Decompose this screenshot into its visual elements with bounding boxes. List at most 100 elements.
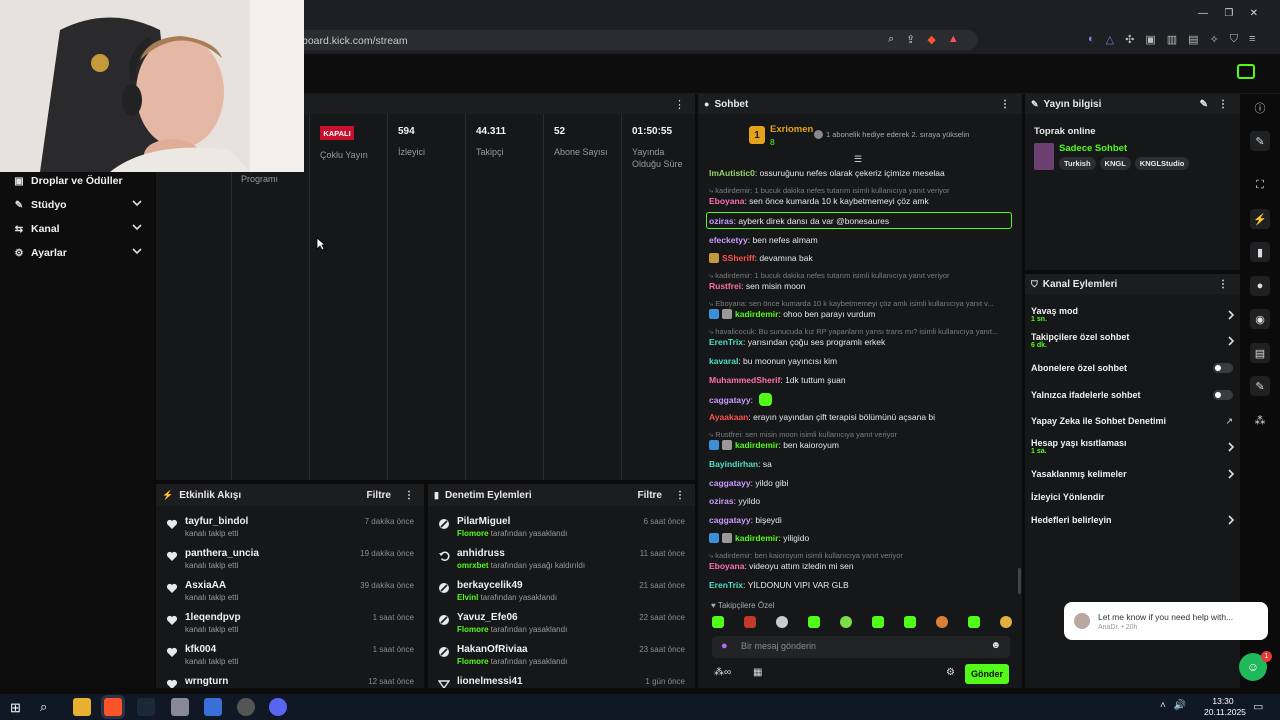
activity-row[interactable]: tayfur_bindol kanalı takip etti 7 dakika… [156, 512, 424, 544]
chat-username[interactable]: caggatayy [709, 515, 751, 525]
emote-icon[interactable] [776, 616, 788, 628]
vpn-icon[interactable]: ⛉ [1230, 33, 1238, 47]
ai-icon[interactable]: ✧ [1210, 33, 1219, 47]
more-options-icon[interactable]: ⋮ [1000, 99, 1010, 110]
notification-center-icon[interactable]: ▭ [1253, 700, 1263, 713]
moderator-name[interactable]: omrxbet [457, 561, 489, 570]
moderated-user[interactable]: Yavuz_Efe06 [457, 612, 518, 623]
edit-icon[interactable]: ✎ [1200, 99, 1208, 110]
moderated-user[interactable]: HakanOfRiviaa [457, 644, 528, 655]
activity-row[interactable]: 1leqendpvp kanalı takip etti 1 saat önce [156, 608, 424, 640]
emote-only-toggle[interactable] [1213, 390, 1233, 400]
chat-username[interactable]: caggatayy [709, 478, 751, 488]
emote-icon[interactable] [840, 616, 852, 628]
follower-name[interactable]: tayfur_bindol [185, 516, 248, 527]
points-icon[interactable]: ⁂∞ [714, 667, 731, 678]
discord-icon[interactable] [269, 698, 287, 716]
sidebar-item-channel[interactable]: ⇆ Kanal [0, 218, 154, 240]
chat-username[interactable]: kadirdemir [735, 440, 778, 450]
top-gifter-name[interactable]: Exriomen [770, 124, 813, 135]
kick-logo-icon[interactable] [1237, 64, 1255, 79]
moderated-user[interactable]: berkaycelik49 [457, 580, 523, 591]
moderation-row[interactable]: anhidruss omrxbet tarafından yasağı kald… [428, 544, 695, 576]
send-button[interactable]: Gönder [965, 664, 1009, 684]
chat-icon[interactable]: ● [1250, 276, 1270, 296]
emote-icon[interactable] [904, 616, 916, 628]
follower-name[interactable]: AsxiaAA [185, 580, 226, 591]
puzzle-icon[interactable]: ✣ [1125, 33, 1134, 47]
search-icon[interactable]: ⌕ [40, 699, 47, 715]
more-options-icon[interactable]: ⋮ [674, 98, 685, 111]
more-options-icon[interactable]: ⋮ [1218, 279, 1228, 290]
moderated-user[interactable]: lionelmessi41 [457, 676, 523, 687]
emote-icon[interactable] [712, 616, 724, 628]
sidebar-item-drops[interactable]: ▣ Droplar ve Ödüller [0, 170, 154, 192]
follower-name[interactable]: kfk004 [185, 644, 216, 655]
sidebar-toggle-icon[interactable]: ▥ [1167, 33, 1177, 47]
steam-icon[interactable] [137, 698, 155, 716]
fullscreen-icon[interactable]: ⛶ [1250, 175, 1270, 195]
collapse-icon[interactable]: ☰ [854, 155, 866, 164]
chat-username[interactable]: kadirdemir [735, 533, 778, 543]
gear-icon[interactable]: ⚙ [946, 667, 955, 678]
action-banned-words[interactable]: Yasaklanmış kelimeler [1031, 469, 1235, 481]
app-icon[interactable] [171, 698, 189, 716]
wallet-icon[interactable]: ▤ [1188, 33, 1198, 47]
moderated-user[interactable]: PilarMiguel [457, 516, 510, 527]
chat-username[interactable]: SSheriff [722, 253, 755, 263]
media-icon[interactable]: ▣ [1145, 33, 1155, 47]
microphone-icon[interactable]: ● [721, 640, 728, 652]
help-popup[interactable]: Let me know if you need help with... Ana… [1064, 602, 1268, 640]
menu-icon[interactable]: ≡ [1249, 33, 1255, 47]
tag-chip[interactable]: Turkish [1059, 157, 1096, 170]
category-link[interactable]: Sadece Sohbet [1059, 143, 1127, 154]
more-options-icon[interactable]: ⋮ [404, 490, 414, 501]
action-emote-only[interactable]: Yalnızca ifadelerle sohbet [1031, 390, 1233, 402]
lightning-icon[interactable]: ⚡ [1250, 209, 1270, 229]
filter-button[interactable]: Filtre [367, 490, 391, 501]
edit-icon[interactable]: ✎ [1250, 131, 1270, 151]
subscribers-only-toggle[interactable] [1213, 363, 1233, 373]
multistream-label[interactable]: Çoklu Yayın [320, 149, 368, 161]
moderator-name[interactable]: Flomore [457, 625, 489, 634]
store-icon[interactable]: ▦ [753, 667, 762, 678]
follower-name[interactable]: wrngturn [185, 676, 228, 687]
sidebar-item-settings[interactable]: ⚙ Ayarlar [0, 242, 154, 264]
emote-icon[interactable] [1000, 616, 1012, 628]
restore-icon[interactable]: ❐ [1224, 8, 1233, 20]
follower-name[interactable]: 1leqendpvp [185, 612, 241, 623]
url-text[interactable]: board.kick.com/stream [302, 35, 408, 47]
chat-username[interactable]: Ayaakaan [709, 412, 748, 422]
app-icon[interactable] [204, 698, 222, 716]
emote-icon[interactable] [968, 616, 980, 628]
activity-row[interactable]: kfk004 kanalı takip etti 1 saat önce [156, 640, 424, 672]
close-icon[interactable]: ✕ [1250, 8, 1258, 20]
apps-icon[interactable]: ⁂ [1250, 410, 1270, 430]
more-options-icon[interactable]: ⋮ [1218, 99, 1228, 110]
action-ai-moderation[interactable]: Yapay Zeka ile Sohbet Denetimi ↗ [1031, 416, 1233, 428]
chat-username[interactable]: caggatayy [709, 395, 751, 405]
moderator-name[interactable]: Elvinl [457, 593, 478, 602]
moderation-row[interactable]: PilarMiguel Flomore tarafından yasakland… [428, 512, 695, 544]
volume-icon[interactable]: 🔊 [1174, 700, 1186, 711]
moderator-name[interactable]: Flomore [457, 529, 489, 538]
action-goals[interactable]: Hedefleri belirleyin [1031, 515, 1235, 527]
obs-icon[interactable] [237, 698, 255, 716]
emote-icon[interactable] [744, 616, 756, 628]
wrench-icon[interactable]: ✎ [1250, 376, 1270, 396]
chat-username[interactable]: Eboyana [709, 561, 744, 571]
chat-username[interactable]: Rustfrei [709, 281, 741, 291]
action-account-age[interactable]: Hesap yaşı kısıtlaması 1 sa. [1031, 438, 1235, 455]
document-icon[interactable]: ▮ [1250, 242, 1270, 262]
tag-chip[interactable]: KNGL [1099, 157, 1131, 170]
action-subscribers-only[interactable]: Abonelere özel sohbet [1031, 363, 1233, 375]
chat-scrollbar[interactable] [1018, 568, 1021, 594]
chat-username[interactable]: MuhammedSherif [709, 375, 780, 385]
moderator-name[interactable]: Flomore [457, 657, 489, 666]
activity-row[interactable]: panthera_uncia kanalı takip etti 19 daki… [156, 544, 424, 576]
chat-username[interactable]: oziras [709, 496, 734, 506]
moderation-row[interactable]: HakanOfRiviaa Flomore tarafından yasakla… [428, 640, 695, 672]
sidebar-item-studio[interactable]: ✎ Stüdyo [0, 194, 154, 216]
chat-input[interactable]: ● Bir mesaj gönderin ☻ [712, 636, 1010, 658]
chat-username[interactable]: ImAutistic0 [709, 168, 755, 178]
